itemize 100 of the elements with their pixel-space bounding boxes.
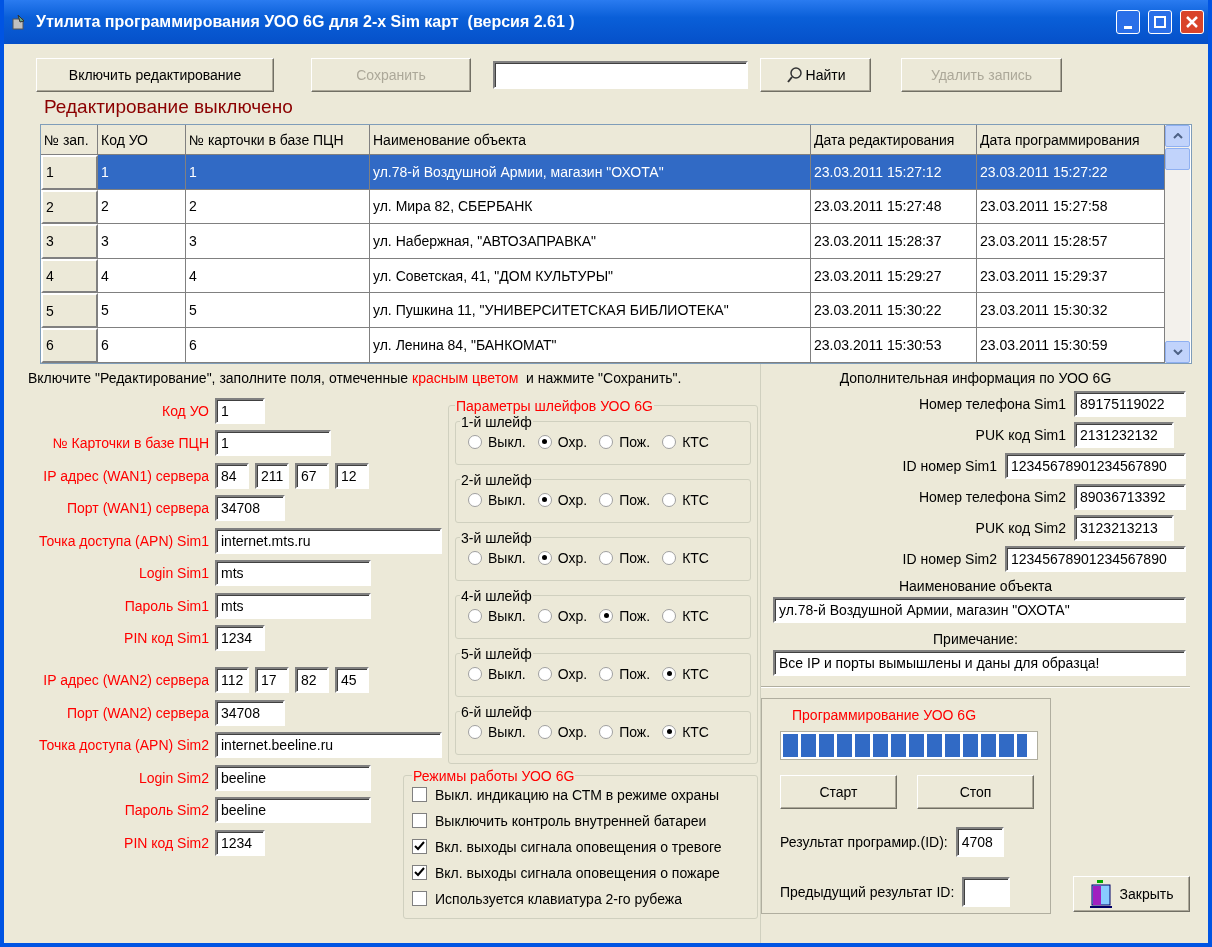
row-number-cell[interactable]: 4 [41,258,98,294]
row-number-cell[interactable]: 3 [41,224,98,259]
scroll-down-icon[interactable] [1165,340,1190,363]
radio-option[interactable]: Охр. [537,607,588,624]
radio-button[interactable] [662,724,677,739]
ip-octet-field[interactable]: 12 [335,462,369,489]
row-number-cell[interactable]: 5 [41,293,98,328]
input-field[interactable]: 34708 [215,495,285,522]
input-field[interactable]: 12345678901234567890 [1005,452,1186,479]
input-field[interactable]: 1 [215,430,331,457]
input-field[interactable] [962,876,1011,907]
row-number-cell[interactable]: 1 [41,155,98,190]
radio-button[interactable] [662,550,677,565]
input-field[interactable]: 3123213213 [1074,514,1174,541]
input-field[interactable]: 89175119022 [1074,390,1186,417]
mode-option[interactable]: Используется клавиатура 2-го рубежа [412,887,749,910]
input-field[interactable]: 2131232132 [1074,421,1174,448]
radio-option[interactable]: Пож. [599,665,651,682]
checkbox[interactable] [412,839,427,855]
radio-option[interactable]: КТС [662,433,709,450]
ip-octet-field[interactable]: 112 [215,667,249,694]
radio-button[interactable] [468,434,482,449]
radio-button[interactable] [599,608,614,623]
radio-button[interactable] [662,434,677,449]
radio-option[interactable]: КТС [662,549,709,566]
action-button[interactable]: Старт [780,774,897,809]
column-header[interactable]: Дата программирования [977,125,1165,155]
radio-button[interactable] [599,434,614,449]
mode-option[interactable]: Вкл. выходы сигнала оповещения о пожаре [412,861,749,884]
ip-octet-field[interactable]: 67 [295,462,329,489]
radio-option[interactable]: КТС [662,723,709,740]
radio-option[interactable]: Пож. [599,491,651,508]
action-button[interactable]: Стоп [917,774,1034,809]
input-field[interactable]: 12345678901234567890 [1005,545,1186,572]
close-button[interactable]: Закрыть [1073,875,1190,912]
radio-option[interactable]: КТС [662,665,709,682]
row-number-cell[interactable]: 6 [41,327,98,363]
search-field[interactable] [493,61,748,89]
input-field[interactable]: 1234 [215,829,265,856]
input-field[interactable]: 1 [215,397,265,424]
input-field[interactable]: 4708 [955,826,1004,857]
input-field[interactable]: beeline [215,797,371,824]
input-field[interactable]: internet.mts.ru [215,527,442,554]
checkbox[interactable] [412,787,427,803]
radio-button[interactable] [468,724,482,739]
column-header[interactable]: № карточки в базе ПЦН [186,125,370,155]
radio-button[interactable] [468,608,482,623]
mode-option[interactable]: Вкл. выходы сигнала оповещения о тревоге [412,835,749,858]
radio-option[interactable]: Охр. [537,549,588,566]
maximize-button[interactable] [1148,10,1172,34]
radio-button[interactable] [537,666,552,681]
input-field[interactable]: ул.78-й Воздушной Армии, магазин "ОХОТА" [773,596,1186,623]
radio-option[interactable]: Выкл. [468,665,526,682]
input-field[interactable]: Все IP и порты вымышлены и даны для образца! [773,649,1186,676]
radio-button[interactable] [599,492,614,507]
scrollbar[interactable] [1165,125,1190,363]
column-header[interactable]: Дата редактирования [811,125,977,155]
radio-button[interactable] [537,492,552,507]
radio-option[interactable]: Выкл. [468,607,526,624]
checkbox[interactable] [412,813,427,829]
close-button[interactable] [1180,10,1204,34]
radio-option[interactable]: Выкл. [468,433,526,450]
input-field[interactable]: beeline [215,764,371,791]
input-field[interactable]: 34708 [215,699,285,726]
input-field[interactable]: internet.beeline.ru [215,732,442,759]
column-header[interactable]: Наименование объекта [370,125,811,155]
radio-option[interactable]: Охр. [537,723,588,740]
radio-button[interactable] [537,434,552,449]
radio-option[interactable]: Пож. [599,433,651,450]
radio-option[interactable]: КТС [662,491,709,508]
radio-option[interactable]: Охр. [537,433,588,450]
checkbox[interactable] [412,865,427,881]
ip-octet-field[interactable]: 84 [215,462,249,489]
radio-button[interactable] [537,724,552,739]
radio-option[interactable]: Охр. [537,491,588,508]
minimize-button[interactable] [1116,10,1140,34]
radio-button[interactable] [662,666,677,681]
radio-option[interactable]: Охр. [537,665,588,682]
input-field[interactable]: mts [215,592,371,619]
scroll-up-icon[interactable] [1165,125,1190,147]
scroll-thumb[interactable] [1165,148,1190,170]
radio-option[interactable]: Выкл. [468,723,526,740]
ip-octet-field[interactable]: 211 [255,462,289,489]
radio-button[interactable] [599,724,614,739]
row-number-cell[interactable]: 2 [41,189,98,225]
ip-octet-field[interactable]: 17 [255,667,289,694]
mode-option[interactable]: Выключить контроль внутренней батареи [412,809,749,832]
find-button[interactable]: Найти [760,58,871,92]
radio-button[interactable] [468,492,482,507]
input-field[interactable]: mts [215,560,371,587]
radio-button[interactable] [468,666,482,681]
column-header[interactable]: № зап. [41,125,98,155]
radio-button[interactable] [599,666,614,681]
radio-option[interactable]: КТС [662,607,709,624]
radio-button[interactable] [537,550,552,565]
radio-option[interactable]: Выкл. [468,491,526,508]
radio-button[interactable] [662,492,677,507]
input-field[interactable]: 89036713392 [1074,483,1186,510]
ip-octet-field[interactable]: 82 [295,667,329,694]
radio-button[interactable] [599,550,614,565]
